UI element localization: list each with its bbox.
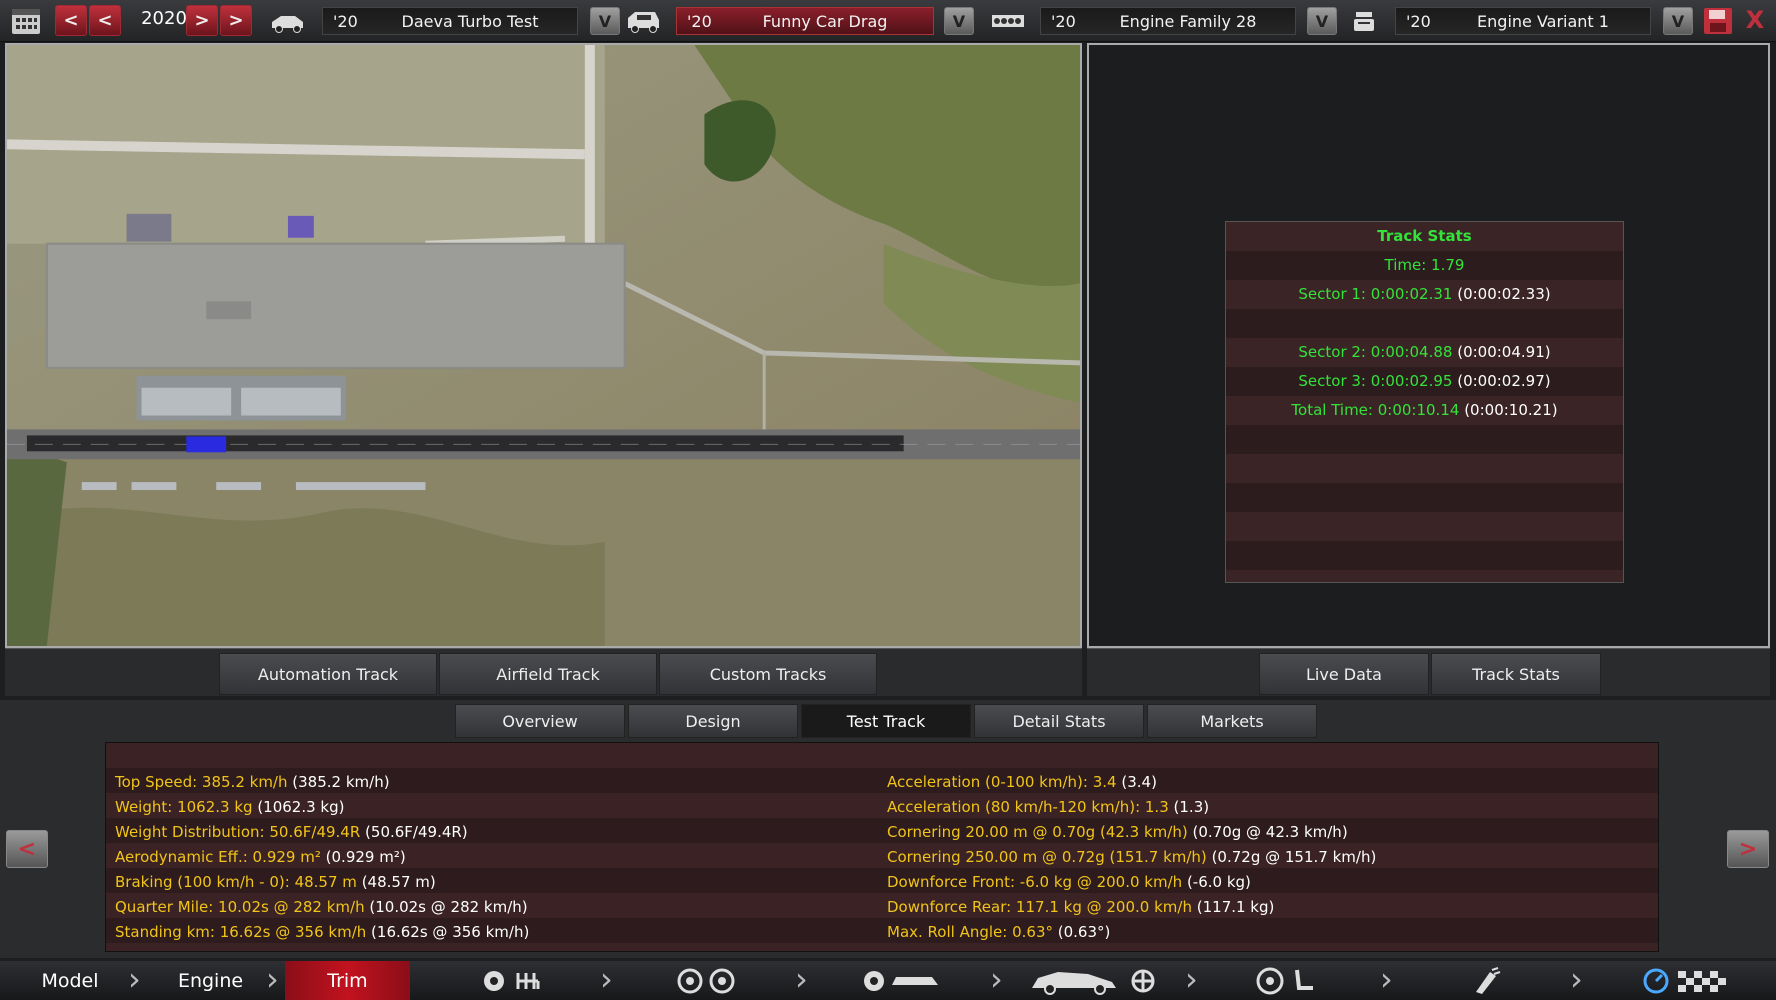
- interior-steering-icon[interactable]: [1255, 965, 1319, 996]
- chevron-right-icon: ›: [990, 960, 1003, 998]
- nav-model[interactable]: Model: [0, 961, 140, 1000]
- year-back-fast-button[interactable]: <: [55, 5, 87, 36]
- wheels-icon[interactable]: [675, 965, 739, 996]
- stats-section: Overview Design Test Track Detail Stats …: [0, 700, 1776, 958]
- fixtures-spray-icon[interactable]: [1466, 965, 1502, 996]
- stat-aero-efficiency: Aerodynamic Eff.: 0.929 m² (0.929 m²): [115, 848, 406, 866]
- nav-engine[interactable]: Engine: [148, 961, 273, 1000]
- trim-dropdown-button[interactable]: V: [944, 7, 974, 35]
- right-panel-bar: Live Data Track Stats: [1087, 648, 1770, 696]
- suspension-icon[interactable]: [862, 965, 942, 996]
- stat-quarter-mile: Quarter Mile: 10.02s @ 282 km/h (10.02s …: [115, 898, 528, 916]
- top-toolbar: < < 2020 > > '20 Daeva Turbo Test V '20 …: [0, 0, 1776, 42]
- tab-detail-stats[interactable]: Detail Stats: [974, 704, 1144, 738]
- calendar-icon[interactable]: [6, 6, 46, 36]
- sector-2-row: Sector 2: 0:00:04.88 (0:00:04.91): [1298, 343, 1551, 361]
- stat-weight: Weight: 1062.3 kg (1062.3 kg): [115, 798, 345, 816]
- tab-design[interactable]: Design: [628, 704, 798, 738]
- engine-family-icon: [988, 6, 1028, 36]
- stat-downforce-front: Downforce Front: -6.0 kg @ 200.0 km/h (-…: [887, 873, 1251, 891]
- chevron-right-icon: ›: [266, 960, 279, 998]
- aero-fan-icon[interactable]: [1028, 965, 1158, 996]
- car-marker: [186, 436, 227, 453]
- chevron-right-icon: ›: [1185, 960, 1198, 998]
- sector-3-row: Sector 3: 0:00:02.95 (0:00:02.97): [1298, 372, 1551, 390]
- stat-downforce-rear: Downforce Rear: 117.1 kg @ 200.0 km/h (1…: [887, 898, 1275, 916]
- chevron-right-icon: ›: [128, 960, 141, 998]
- gearbox-icon[interactable]: [480, 965, 550, 996]
- tab-overview[interactable]: Overview: [455, 704, 625, 738]
- next-page-button[interactable]: >: [1727, 830, 1769, 868]
- track-stats-panel: Track Stats Time: 1.79 Sector 1: 0:00:02…: [1087, 43, 1770, 648]
- year-back-button[interactable]: <: [89, 5, 121, 36]
- stat-cornering-20m: Cornering 20.00 m @ 0.70g (42.3 km/h) (0…: [887, 823, 1348, 841]
- empty-row: [1226, 309, 1623, 338]
- designer-nav-bar: Model › Engine › Trim › › › › › ›: [0, 961, 1776, 1000]
- model-select[interactable]: '20 Daeva Turbo Test: [322, 7, 578, 35]
- stats-left-column: Top Speed: 385.2 km/h (385.2 km/h) Weigh…: [115, 770, 529, 945]
- track-map: [5, 43, 1082, 648]
- chevron-right-icon: ›: [795, 960, 808, 998]
- year-forward-fast-button[interactable]: >: [220, 5, 252, 36]
- tab-markets[interactable]: Markets: [1147, 704, 1317, 738]
- car-model-icon: [268, 6, 308, 36]
- track-stats-table: Track Stats Time: 1.79 Sector 1: 0:00:02…: [1225, 221, 1624, 583]
- live-data-button[interactable]: Live Data: [1259, 653, 1429, 695]
- close-button[interactable]: X: [1738, 6, 1772, 36]
- custom-tracks-button[interactable]: Custom Tracks: [659, 653, 877, 695]
- track-stats-button[interactable]: Track Stats: [1431, 653, 1601, 695]
- track-stats-title: Track Stats: [1377, 227, 1472, 245]
- stat-max-roll-angle: Max. Roll Angle: 0.63° (0.63°): [887, 923, 1111, 941]
- test-track-finish-icon[interactable]: [1642, 965, 1742, 996]
- chevron-right-icon: ›: [1570, 960, 1583, 998]
- previous-page-button[interactable]: <: [6, 830, 48, 868]
- stat-acceleration-80-120: Acceleration (80 km/h-120 km/h): 1.3 (1.…: [887, 798, 1210, 816]
- year-forward-button[interactable]: >: [186, 5, 218, 36]
- nav-trim[interactable]: Trim: [285, 961, 410, 1000]
- track-selector-bar: Automation Track Airfield Track Custom T…: [5, 648, 1082, 696]
- total-time-row: Total Time: 0:00:10.14 (0:00:10.21): [1291, 401, 1558, 419]
- stat-standing-km: Standing km: 16.62s @ 356 km/h (16.62s @…: [115, 923, 530, 941]
- sector-1-row: Sector 1: 0:00:02.31 (0:00:02.33): [1298, 285, 1551, 303]
- track-stats-time: Time: 1.79: [1384, 256, 1465, 274]
- engine-family-select[interactable]: '20 Engine Family 28: [1040, 7, 1296, 35]
- tab-test-track[interactable]: Test Track: [801, 704, 971, 738]
- engine-variant-icon: [1344, 6, 1384, 36]
- model-dropdown-button[interactable]: V: [590, 7, 620, 35]
- car-trim-icon: [624, 6, 664, 36]
- engine-family-dropdown-button[interactable]: V: [1307, 7, 1337, 35]
- stats-right-column: Acceleration (0-100 km/h): 3.4 (3.4) Acc…: [887, 770, 1376, 945]
- stats-table: Top Speed: 385.2 km/h (385.2 km/h) Weigh…: [105, 742, 1659, 952]
- automation-track-button[interactable]: Automation Track: [219, 653, 437, 695]
- airfield-satellite-map: [7, 45, 1080, 646]
- stat-braking: Braking (100 km/h - 0): 48.57 m (48.57 m…: [115, 873, 436, 891]
- stat-cornering-250m: Cornering 250.00 m @ 0.72g (151.7 km/h) …: [887, 848, 1377, 866]
- stat-acceleration-0-100: Acceleration (0-100 km/h): 3.4 (3.4): [887, 773, 1157, 791]
- stat-weight-distribution: Weight Distribution: 50.6F/49.4R (50.6F/…: [115, 823, 468, 841]
- stat-top-speed: Top Speed: 385.2 km/h (385.2 km/h): [115, 773, 390, 791]
- trim-select[interactable]: '20 Funny Car Drag: [676, 7, 934, 35]
- engine-variant-select[interactable]: '20 Engine Variant 1: [1395, 7, 1651, 35]
- engine-variant-dropdown-button[interactable]: V: [1663, 7, 1693, 35]
- chevron-right-icon: ›: [600, 960, 613, 998]
- airfield-track-button[interactable]: Airfield Track: [439, 653, 657, 695]
- save-icon[interactable]: [1700, 6, 1736, 36]
- chevron-right-icon: ›: [1380, 960, 1393, 998]
